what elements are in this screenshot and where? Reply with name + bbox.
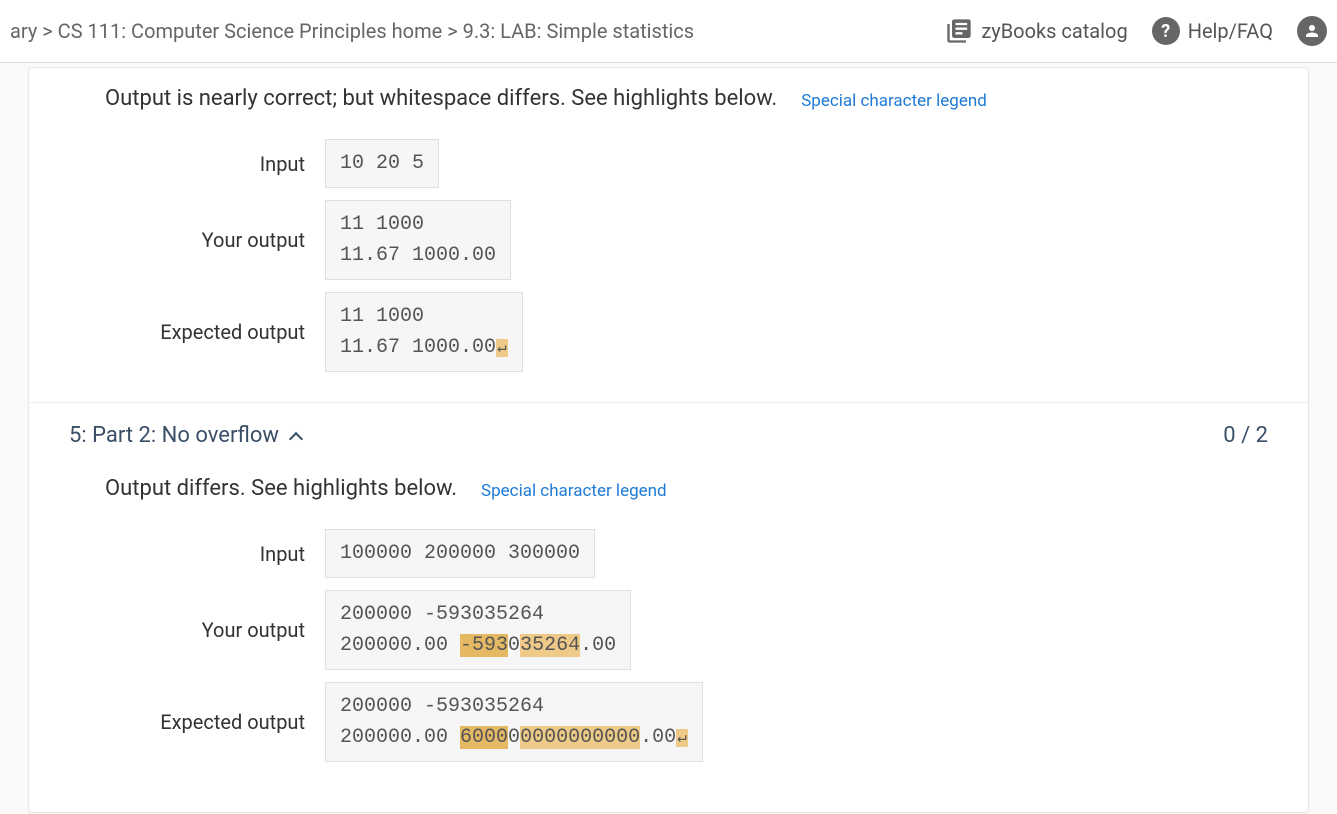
test-title-toggle[interactable]: 5: Part 2: No overflow [69, 423, 301, 448]
result-message: Output is nearly correct; but whitespace… [105, 86, 777, 111]
book-icon [945, 17, 973, 45]
expected-output-row: Expected output 11 1000 11.67 1000.00↵ [69, 292, 1268, 372]
breadcrumb[interactable]: ary > CS 111: Computer Science Principle… [10, 19, 694, 43]
your-output-value: 11 1000 11.67 1000.00 [325, 200, 511, 280]
message-row: Output is nearly correct; but whitespace… [69, 86, 1268, 111]
test-section-4: Output is nearly correct; but whitespace… [29, 68, 1308, 392]
input-value-2: 100000 200000 300000 [325, 529, 595, 578]
chevron-up-icon [289, 431, 303, 445]
input-row: Input 10 20 5 [69, 139, 1268, 188]
catalog-link[interactable]: zyBooks catalog [945, 17, 1127, 45]
help-label: Help/FAQ [1188, 19, 1273, 43]
result-message-2: Output differs. See highlights below. [105, 476, 457, 501]
input-label: Input [105, 152, 305, 176]
newline-icon: ↵ [496, 339, 508, 357]
your-output-label: Your output [105, 228, 305, 252]
input-value: 10 20 5 [325, 139, 439, 188]
expected-output-value: 11 1000 11.67 1000.00↵ [325, 292, 523, 372]
test-score: 0 / 2 [1223, 423, 1268, 448]
help-link[interactable]: ? Help/FAQ [1152, 17, 1273, 45]
test-section-5: 5: Part 2: No overflow 0 / 2 Output diff… [29, 402, 1308, 782]
newline-icon-2: ↵ [676, 729, 688, 747]
person-icon [1303, 22, 1321, 40]
your-output-row-2: Your output 200000 -593035264 200000.00 … [69, 590, 1268, 670]
avatar[interactable] [1297, 16, 1327, 46]
top-header: ary > CS 111: Computer Science Principle… [0, 0, 1337, 63]
message-row-2: Output differs. See highlights below. Sp… [69, 476, 1268, 501]
special-char-legend-link-2[interactable]: Special character legend [481, 481, 667, 501]
input-row-2: Input 100000 200000 300000 [69, 529, 1268, 578]
results-card: Output is nearly correct; but whitespace… [28, 67, 1309, 813]
input-label-2: Input [105, 542, 305, 566]
header-right: zyBooks catalog ? Help/FAQ [945, 16, 1327, 46]
expected-output-label: Expected output [105, 320, 305, 344]
main-content: Output is nearly correct; but whitespace… [0, 67, 1337, 813]
your-output-value-2: 200000 -593035264 200000.00 -593035264.0… [325, 590, 631, 670]
test-header: 5: Part 2: No overflow 0 / 2 [69, 423, 1268, 448]
expected-output-row-2: Expected output 200000 -593035264 200000… [69, 682, 1268, 762]
expected-output-label-2: Expected output [105, 710, 305, 734]
your-output-row: Your output 11 1000 11.67 1000.00 [69, 200, 1268, 280]
expected-output-value-2: 200000 -593035264 200000.00 600000000000… [325, 682, 703, 762]
test-title-text: 5: Part 2: No overflow [69, 423, 279, 448]
help-icon: ? [1152, 17, 1180, 45]
your-output-label-2: Your output [105, 618, 305, 642]
catalog-label: zyBooks catalog [981, 19, 1127, 43]
special-char-legend-link[interactable]: Special character legend [801, 91, 987, 111]
